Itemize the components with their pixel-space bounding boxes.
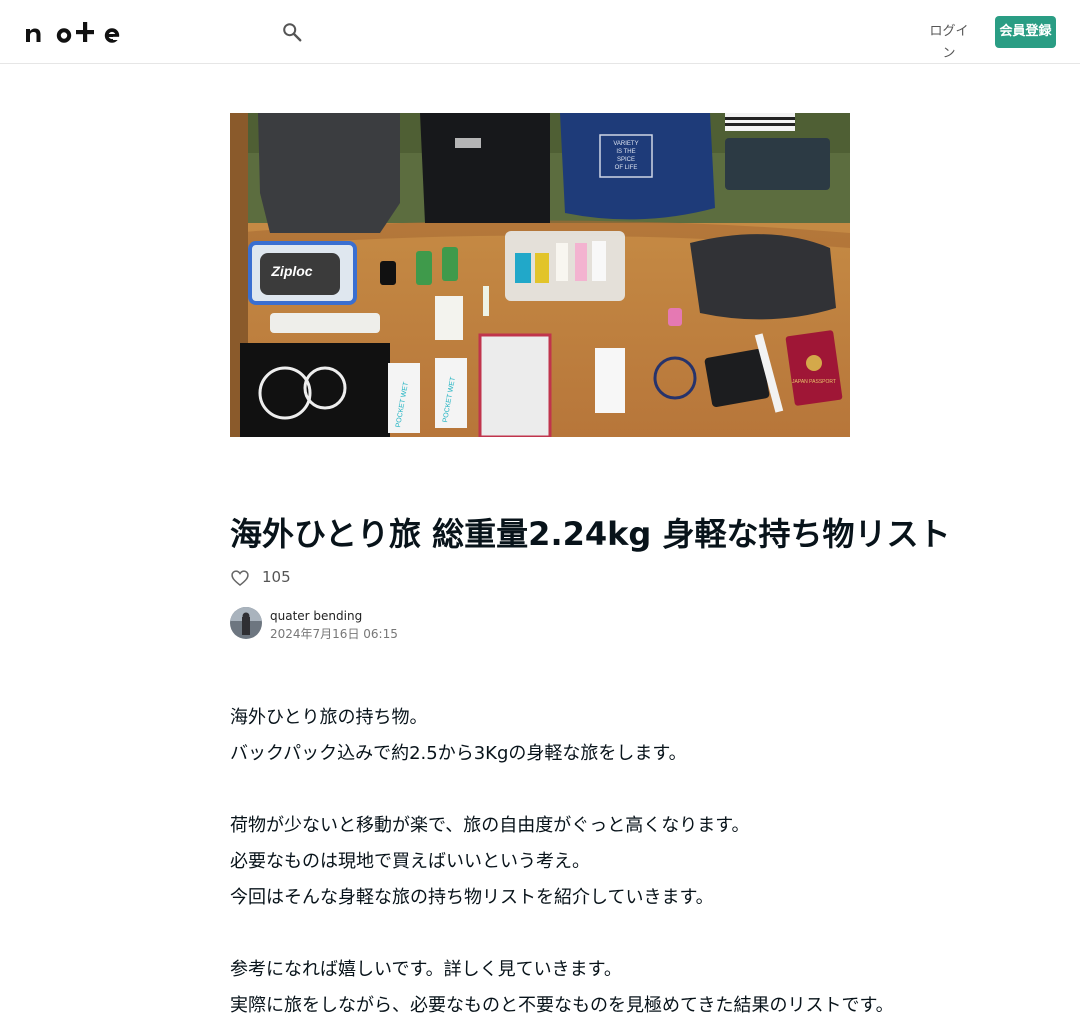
heart-icon[interactable] — [230, 568, 250, 588]
travel-packing-photo: VARIETY IS THE SPICE OF LIFE Ziploc POCK… — [230, 113, 850, 437]
bag-print-text: VARIETY — [613, 141, 638, 147]
passport-text: JAPAN PASSPORT — [792, 379, 836, 385]
article-paragraph: 荷物が少ないと移動が楽で、旅の自由度がぐっと高くなります。 — [230, 815, 750, 836]
hero-image: VARIETY IS THE SPICE OF LIFE Ziploc POCK… — [230, 113, 850, 437]
post-date: 2024年7月16日 06:15 — [270, 627, 398, 641]
ziploc-text: Ziploc — [270, 263, 312, 279]
article-title: 海外ひとり旅 総重量2.24kg 身軽な持ち物リスト — [230, 515, 951, 553]
article-paragraph: バックパック込みで約2.5から3Kgの身軽な旅をします。 — [230, 743, 687, 764]
bag-print-text: IS THE — [616, 149, 635, 155]
article-paragraph: 海外ひとり旅の持ち物。 — [230, 707, 428, 728]
login-link[interactable]: ログイン — [924, 21, 974, 61]
avatar[interactable] — [230, 607, 262, 639]
author-name[interactable]: quater bending — [270, 608, 362, 624]
like-count: 105 — [262, 568, 291, 586]
register-button[interactable]: 会員登録 — [995, 16, 1056, 48]
search-icon[interactable] — [281, 21, 303, 43]
note-logo[interactable] — [24, 20, 124, 44]
author-info: quater bending 2024年7月16日 06:15 — [230, 607, 630, 641]
bag-print-text: SPICE — [617, 157, 635, 163]
article-body: 海外ひとり旅の持ち物。 バックパック込みで約2.5から3Kgの身軽な旅をします。… — [230, 700, 894, 1024]
article-paragraph: 実際に旅をしながら、必要なものと不要なものを見極めてきた結果のリストです。 — [230, 995, 894, 1016]
article-paragraph: 必要なものは現地で買えばいいという考え。 — [230, 851, 590, 872]
site-header: ログイン 会員登録 — [0, 0, 1080, 64]
article-paragraph: 参考になれば嬉しいです。詳しく見ていきます。 — [230, 959, 622, 980]
bag-print-text: OF LIFE — [615, 165, 638, 171]
article-paragraph: 今回はそんな身軽な旅の持ち物リストを紹介していきます。 — [230, 887, 714, 908]
